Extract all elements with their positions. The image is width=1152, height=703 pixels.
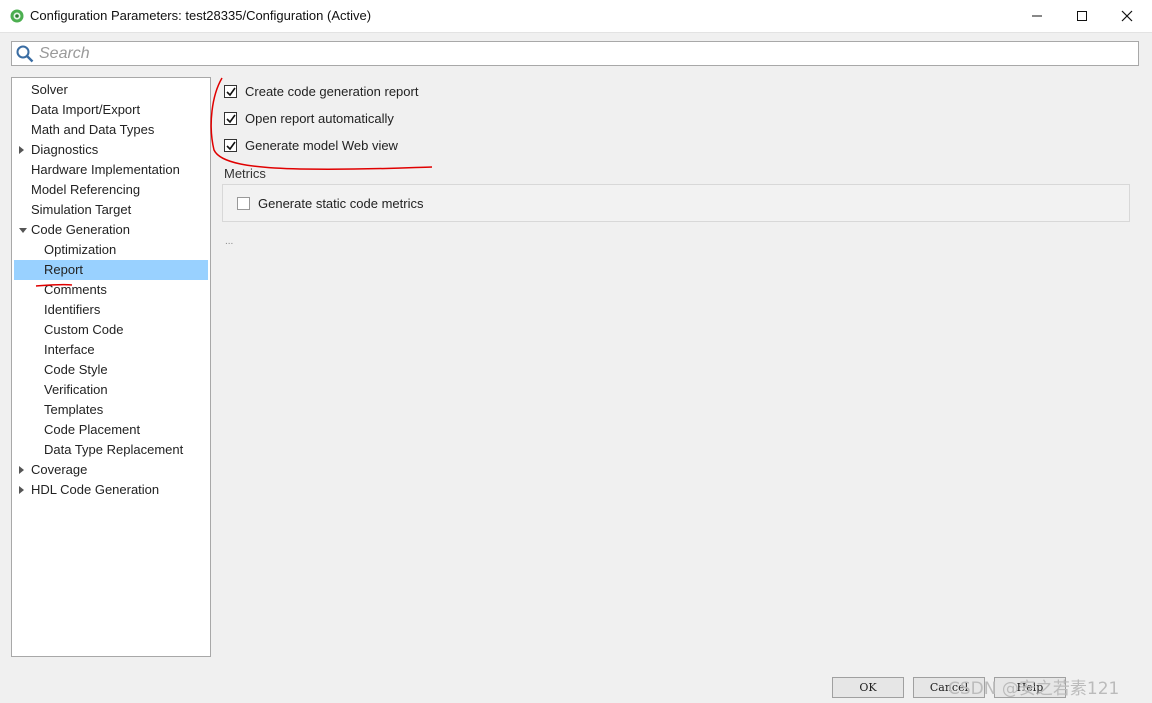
close-button[interactable] bbox=[1104, 0, 1150, 32]
search-placeholder: Search bbox=[39, 45, 90, 62]
checkmark-icon bbox=[226, 141, 236, 151]
tree-item-code-placement[interactable]: Code Placement bbox=[14, 420, 208, 440]
tree-item-data-type-replacement[interactable]: Data Type Replacement bbox=[14, 440, 208, 460]
tree-item-templates[interactable]: Templates bbox=[14, 400, 208, 420]
tree-item-identifiers[interactable]: Identifiers bbox=[14, 300, 208, 320]
tree-item-label: Code Generation bbox=[31, 222, 131, 237]
tree-item-label: Custom Code bbox=[44, 322, 124, 337]
tree-item-model-referencing[interactable]: Model Referencing bbox=[14, 180, 208, 200]
tree-item-diagnostics[interactable]: Diagnostics bbox=[14, 140, 208, 160]
checkbox-label: Open report automatically bbox=[245, 111, 394, 126]
checkbox-label: Create code generation report bbox=[245, 84, 419, 99]
minimize-button[interactable] bbox=[1014, 0, 1060, 32]
checkbox-box[interactable] bbox=[237, 197, 250, 210]
matlab-gear-icon bbox=[10, 9, 24, 23]
tree-item-math-and-data-types[interactable]: Math and Data Types bbox=[14, 120, 208, 140]
tree-item-label: Code Style bbox=[44, 362, 108, 377]
checkbox-box[interactable] bbox=[224, 139, 237, 152]
tree-item-label: Code Placement bbox=[44, 422, 141, 437]
tree-item-hardware-implementation[interactable]: Hardware Implementation bbox=[14, 160, 208, 180]
tree-item-label: Verification bbox=[44, 382, 108, 397]
tree-item-label: Report bbox=[44, 262, 84, 277]
tree-item-code-generation[interactable]: Code Generation bbox=[14, 220, 208, 240]
tree-item-label: Data Type Replacement bbox=[44, 442, 184, 457]
checkbox-box[interactable] bbox=[224, 85, 237, 98]
tree-item-label: Hardware Implementation bbox=[31, 162, 180, 177]
tree-item-label: Comments bbox=[44, 282, 107, 297]
tree-item-label: Coverage bbox=[31, 462, 88, 477]
window-title: Configuration Parameters: test28335/Conf… bbox=[30, 8, 372, 23]
tree-item-code-style[interactable]: Code Style bbox=[14, 360, 208, 380]
tree-item-label: HDL Code Generation bbox=[31, 482, 160, 497]
tree-item-label: Solver bbox=[31, 82, 68, 97]
tree-item-simulation-target[interactable]: Simulation Target bbox=[14, 200, 208, 220]
title-bar: Configuration Parameters: test28335/Conf… bbox=[0, 0, 1152, 33]
tree-item-interface[interactable]: Interface bbox=[14, 340, 208, 360]
tree-item-label: Optimization bbox=[44, 242, 117, 257]
close-icon bbox=[1121, 10, 1133, 22]
maximize-icon bbox=[1077, 11, 1087, 21]
ok-button[interactable]: OK bbox=[832, 677, 904, 698]
metrics-group: Generate static code metrics bbox=[222, 184, 1130, 222]
checkbox-label: Generate static code metrics bbox=[258, 196, 424, 211]
watermark: CSDN @安之若素121 bbox=[948, 679, 1120, 699]
tree-item-report[interactable]: Report bbox=[14, 260, 208, 280]
tree-item-optimization[interactable]: Optimization bbox=[14, 240, 208, 260]
tree-item-custom-code[interactable]: Custom Code bbox=[14, 320, 208, 340]
tree-item-label: Math and Data Types bbox=[31, 122, 155, 137]
tree-item-data-import-export[interactable]: Data Import/Export bbox=[14, 100, 208, 120]
checkmark-icon bbox=[226, 87, 236, 97]
tree-item-label: Model Referencing bbox=[31, 182, 141, 197]
collapsed-arrow-icon[interactable] bbox=[19, 486, 24, 494]
checkmark-icon bbox=[226, 114, 236, 124]
collapsed-arrow-icon[interactable] bbox=[19, 146, 24, 154]
tree-item-label: Simulation Target bbox=[31, 202, 132, 217]
metrics-group-title: Metrics bbox=[224, 166, 266, 181]
tree-item-hdl-code-generation[interactable]: HDL Code Generation bbox=[14, 480, 208, 500]
minimize-icon bbox=[1032, 15, 1042, 17]
tree-item-comments[interactable]: Comments bbox=[14, 280, 208, 300]
search-icon bbox=[16, 45, 34, 63]
tree-item-label: Templates bbox=[44, 402, 104, 417]
expanded-arrow-icon[interactable] bbox=[19, 228, 27, 233]
category-tree: Solver Data Import/Export Math and Data Ty… bbox=[11, 77, 211, 657]
tree-item-coverage[interactable]: Coverage bbox=[14, 460, 208, 480]
tree-item-verification[interactable]: Verification bbox=[14, 380, 208, 400]
collapsed-arrow-icon[interactable] bbox=[19, 466, 24, 474]
checkbox-label: Generate model Web view bbox=[245, 138, 398, 153]
tree-item-label: Identifiers bbox=[44, 302, 101, 317]
search-input[interactable]: Search bbox=[11, 41, 1139, 66]
tree-item-label: Interface bbox=[44, 342, 95, 357]
maximize-button[interactable] bbox=[1059, 0, 1105, 32]
tree-item-label: Diagnostics bbox=[31, 142, 99, 157]
tree-item-solver[interactable]: Solver bbox=[14, 80, 208, 100]
tree-item-label: Data Import/Export bbox=[31, 102, 141, 117]
more-options-ellipsis[interactable]: ... bbox=[225, 236, 233, 247]
checkbox-box[interactable] bbox=[224, 112, 237, 125]
